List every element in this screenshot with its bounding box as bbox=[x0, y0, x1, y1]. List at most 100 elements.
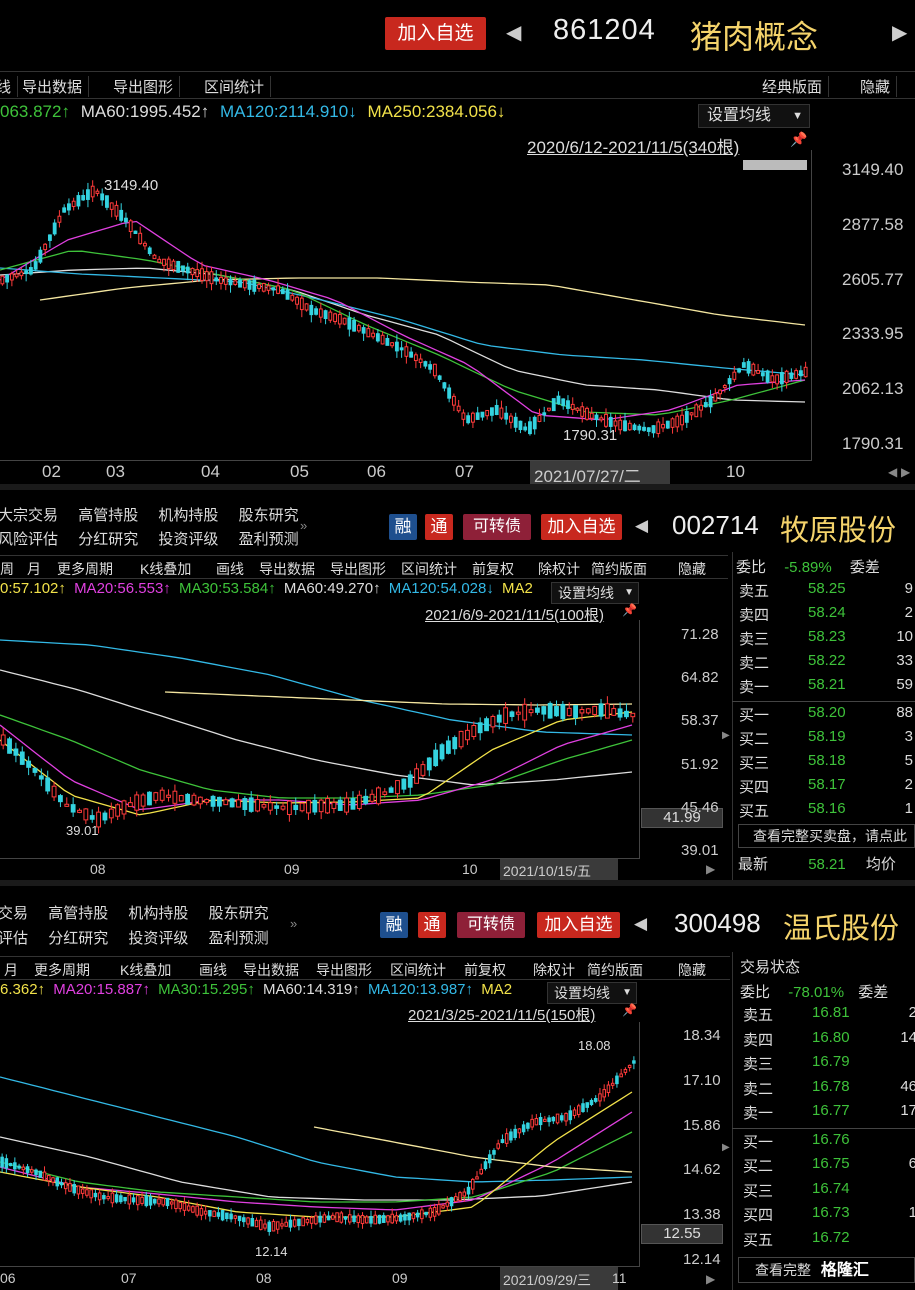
convertible-bond-button[interactable]: 可转债 bbox=[463, 514, 531, 540]
pin-icon[interactable]: 📌 bbox=[622, 1003, 637, 1017]
toolbar-item-export-data[interactable]: 导出数据 bbox=[16, 76, 90, 97]
more-menu-icon[interactable]: » bbox=[290, 916, 297, 931]
prev-stock-icon[interactable]: ◀ bbox=[506, 20, 521, 45]
toolbar-item-hide[interactable]: 隐藏 bbox=[854, 76, 898, 97]
menu-item[interactable]: 投资评级 bbox=[158, 531, 218, 548]
candle-body bbox=[580, 406, 585, 417]
toolbar-item-month[interactable]: 月 bbox=[27, 559, 41, 579]
scroll-right-icon[interactable]: ▶ bbox=[706, 1272, 715, 1286]
candle-body bbox=[694, 404, 699, 418]
add-watchlist-button[interactable]: 加入自选 bbox=[541, 514, 622, 540]
scroll-right-icon[interactable]: ▶ bbox=[706, 862, 715, 876]
toolbar-item-month[interactable]: 月 bbox=[4, 960, 18, 980]
margin-trading-button[interactable]: 融 bbox=[380, 912, 408, 938]
candle-body bbox=[556, 395, 561, 405]
next-stock-icon[interactable]: ▶ bbox=[892, 20, 907, 45]
toolbar-item-export-chart[interactable]: 导出图形 bbox=[330, 559, 386, 579]
toolbar-item-export-data[interactable]: 导出数据 bbox=[243, 960, 299, 980]
add-watchlist-button[interactable]: 加入自选 bbox=[385, 17, 486, 50]
menu-item[interactable]: 盈利预测 bbox=[239, 531, 299, 548]
toolbar-item-kline-overlay[interactable]: K线叠加 bbox=[120, 960, 171, 980]
prev-stock-icon[interactable]: ◀ bbox=[635, 516, 648, 536]
candle-body bbox=[204, 798, 210, 803]
kline-chart[interactable]: 39.01 bbox=[0, 620, 640, 858]
ask-row: 卖五 16.81 2 bbox=[740, 1004, 915, 1028]
menu-item[interactable]: 机构持股 bbox=[128, 905, 188, 922]
candle-body bbox=[171, 260, 176, 271]
candle-body bbox=[246, 1217, 250, 1225]
toolbar-item-export-data[interactable]: 导出数据 bbox=[259, 559, 315, 579]
view-full-orderbook-link[interactable]: 查看完整买卖盘，请点此 bbox=[738, 824, 915, 848]
menu-item[interactable]: 大宗交易 bbox=[0, 507, 58, 524]
toolbar-item-classic-layout[interactable]: 经典版面 bbox=[756, 76, 830, 97]
menu-item[interactable]: 高管持股 bbox=[48, 905, 108, 922]
candle-body bbox=[339, 1212, 344, 1223]
candle-body bbox=[152, 254, 157, 260]
candle-body bbox=[312, 799, 318, 813]
pin-icon[interactable]: 📌 bbox=[790, 131, 807, 148]
candle-body bbox=[623, 1068, 628, 1073]
toolbar-item-export-chart[interactable]: 导出图形 bbox=[107, 76, 181, 97]
candle-body bbox=[185, 266, 190, 274]
toolbar-item-simple-layout[interactable]: 简约版面 bbox=[591, 559, 647, 579]
menu-item[interactable]: 高管持股 bbox=[78, 507, 138, 524]
toolbar-item-more-periods[interactable]: 更多周期 bbox=[34, 960, 90, 980]
toolbar-item-draw-line[interactable]: 画线 bbox=[199, 960, 227, 980]
toolbar-item-forward-adjust[interactable]: 前复权 bbox=[464, 960, 506, 980]
candle-body bbox=[271, 287, 276, 291]
expand-icon[interactable]: ▶ bbox=[722, 1142, 730, 1153]
toolbar-item-more-periods[interactable]: 更多周期 bbox=[57, 559, 113, 579]
connect-button[interactable]: 通 bbox=[425, 514, 453, 540]
convertible-bond-button[interactable]: 可转债 bbox=[457, 912, 525, 938]
toolbar-item-export-chart[interactable]: 导出图形 bbox=[316, 960, 372, 980]
toolbar-item-hide[interactable]: 隐藏 bbox=[678, 559, 706, 579]
menu-item[interactable]: 分红研究 bbox=[48, 930, 108, 947]
candle-body bbox=[617, 708, 623, 718]
expand-icon[interactable]: ▶ bbox=[722, 730, 730, 741]
menu-item[interactable]: 投资评级 bbox=[128, 930, 188, 947]
menu-item[interactable]: 股东研究 bbox=[239, 507, 299, 524]
toolbar-item-forward-adjust[interactable]: 前复权 bbox=[472, 559, 514, 579]
toolbar-item-simple-layout[interactable]: 简约版面 bbox=[587, 960, 643, 980]
more-menu-icon[interactable]: » bbox=[300, 518, 307, 533]
scroll-right-icon[interactable]: ▶ bbox=[901, 465, 910, 479]
menu-item[interactable]: 分红研究 bbox=[78, 531, 138, 548]
toolbar-item-hide[interactable]: 隐藏 bbox=[678, 960, 706, 980]
webi-row: 委比 -5.89% 委差 bbox=[736, 556, 915, 577]
menu-item[interactable]: 股东研究 bbox=[209, 905, 269, 922]
toolbar-item-week[interactable]: 周 bbox=[0, 559, 14, 579]
set-ma-dropdown[interactable]: 设置均线 ▼ bbox=[547, 982, 637, 1004]
candle-body bbox=[680, 414, 684, 426]
scroll-left-icon[interactable]: ◀ bbox=[888, 465, 897, 479]
menu-item[interactable]: 交易 bbox=[0, 905, 28, 922]
menu-item[interactable]: 盈利预测 bbox=[209, 930, 269, 947]
toolbar-item-ex-rights[interactable]: 除权计 bbox=[533, 960, 575, 980]
toolbar-item-range-stats[interactable]: 区间统计 bbox=[401, 559, 457, 579]
candle-body bbox=[21, 1166, 26, 1171]
toolbar-item-draw-line[interactable]: 画线 bbox=[216, 559, 244, 579]
menu-item[interactable]: 风险评估 bbox=[0, 531, 58, 548]
set-ma-dropdown[interactable]: 设置均线 ▼ bbox=[698, 104, 810, 128]
toolbar-item-ex-rights[interactable]: 除权计 bbox=[538, 559, 580, 579]
candle-body bbox=[432, 1206, 437, 1217]
prev-stock-icon[interactable]: ◀ bbox=[634, 914, 647, 934]
toolbar-item-range-stats[interactable]: 区间统计 bbox=[390, 960, 446, 980]
add-watchlist-button[interactable]: 加入自选 bbox=[537, 912, 620, 938]
kline-chart[interactable]: 18.08 12.14 bbox=[0, 1022, 640, 1266]
margin-trading-button[interactable]: 融 bbox=[389, 514, 417, 540]
view-full-orderbook-link[interactable]: 查看完整 格隆汇 bbox=[738, 1257, 915, 1283]
candle-body bbox=[684, 411, 689, 423]
connect-button[interactable]: 通 bbox=[418, 912, 446, 938]
menu-item[interactable]: 机构持股 bbox=[158, 507, 218, 524]
toolbar-item-range-stats[interactable]: 区间统计 bbox=[198, 76, 272, 97]
candle-body bbox=[25, 1166, 30, 1174]
menu-item[interactable]: 评估 bbox=[0, 930, 28, 947]
pin-icon[interactable]: 📌 bbox=[622, 603, 637, 617]
y-axis-tick-label: 18.34 bbox=[683, 1027, 721, 1044]
kline-chart[interactable]: 3149.40 1790.31 bbox=[0, 150, 812, 460]
zoom-bar[interactable] bbox=[743, 160, 807, 170]
toolbar-item-kline-overlay[interactable]: K线叠加 bbox=[140, 559, 191, 579]
candle-body bbox=[77, 809, 82, 813]
ask-row: 卖二 58.22 33 bbox=[736, 652, 915, 676]
set-ma-dropdown[interactable]: 设置均线 ▼ bbox=[551, 582, 639, 604]
